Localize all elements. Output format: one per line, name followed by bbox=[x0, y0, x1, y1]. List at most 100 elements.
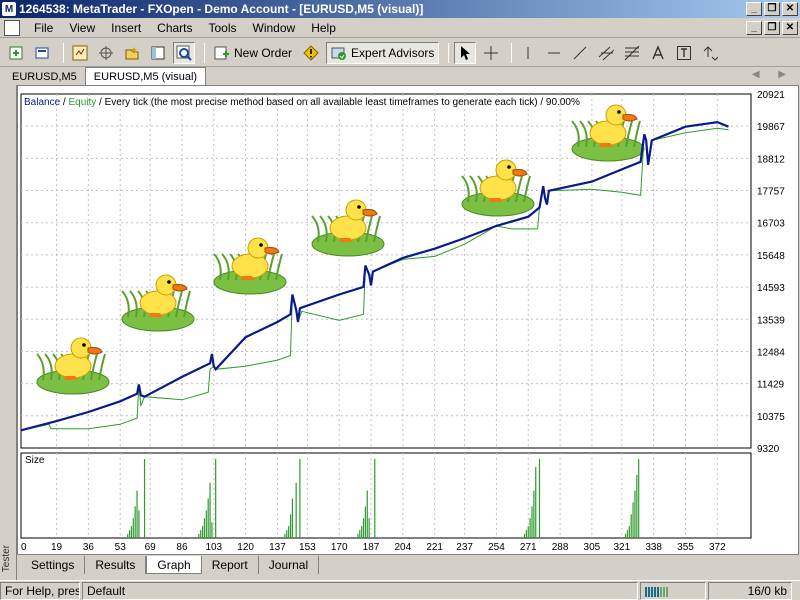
tab-report[interactable]: Report bbox=[202, 556, 259, 574]
status-help: For Help, press F1 bbox=[0, 581, 80, 600]
y-tick-label: 11429 bbox=[757, 380, 785, 391]
tab-eurusd-m5[interactable]: EURUSD,M5 bbox=[4, 69, 85, 85]
tab-journal[interactable]: Journal bbox=[259, 556, 320, 574]
y-tick-label: 18812 bbox=[757, 154, 785, 165]
x-tick-label: 271 bbox=[520, 542, 537, 553]
legend-description: / Every tick (the most precise method ba… bbox=[96, 97, 580, 108]
child-restore-button[interactable]: ❐ bbox=[764, 21, 780, 35]
chart-legend: Balance / Equity / Every tick (the most … bbox=[24, 97, 580, 108]
document-icon[interactable] bbox=[4, 19, 20, 36]
x-tick-label: 305 bbox=[584, 542, 601, 553]
trendline-icon bbox=[574, 46, 587, 59]
duck-body bbox=[54, 353, 92, 379]
restore-button[interactable]: ❐ bbox=[764, 2, 780, 16]
tab-graph[interactable]: Graph bbox=[146, 556, 202, 574]
arrows-icon bbox=[704, 45, 719, 61]
y-tick-label: 16703 bbox=[757, 219, 785, 230]
tester-label-text: Tester bbox=[1, 544, 12, 572]
menu-window[interactable]: Window bbox=[245, 21, 304, 35]
tester-icon bbox=[176, 45, 192, 61]
tab-scroll-arrows[interactable]: ◀ ▶ bbox=[752, 69, 794, 80]
expert-advisors-button[interactable]: Expert Advisors bbox=[326, 41, 440, 64]
x-tick-label: 355 bbox=[677, 542, 694, 553]
connection-bars-icon bbox=[645, 586, 668, 597]
x-tick-label: 288 bbox=[552, 542, 569, 553]
profiles-button[interactable] bbox=[32, 42, 54, 64]
channel-icon bbox=[599, 46, 615, 60]
arrows-button[interactable] bbox=[699, 42, 721, 64]
size-plot-frame bbox=[20, 452, 752, 539]
new-order-button[interactable]: New Order bbox=[210, 42, 296, 64]
tab-settings[interactable]: Settings bbox=[21, 556, 86, 574]
connection-indicator bbox=[640, 581, 706, 600]
x-tick-label: 19 bbox=[51, 542, 63, 553]
fibonacci-button[interactable] bbox=[621, 42, 643, 64]
text-tool-button[interactable] bbox=[647, 42, 669, 64]
trendline-button[interactable] bbox=[569, 42, 591, 64]
market-watch-icon bbox=[72, 45, 88, 60]
x-tick-label: 153 bbox=[299, 542, 316, 553]
window-title: 1264538: MetaTrader - FXOpen - Demo Acco… bbox=[19, 2, 424, 16]
cursor-tool-button[interactable] bbox=[454, 41, 477, 64]
duck-body bbox=[589, 120, 627, 146]
toolbar-separator bbox=[204, 42, 205, 63]
x-tick-label: 338 bbox=[645, 542, 662, 553]
new-order-icon bbox=[214, 46, 229, 59]
x-tick-label: 321 bbox=[614, 542, 631, 553]
terminal-button[interactable] bbox=[147, 42, 169, 64]
y-tick-label: 15648 bbox=[757, 251, 785, 262]
duck-eye bbox=[82, 343, 86, 347]
expert-advisors-label: Expert Advisors bbox=[351, 45, 435, 60]
chart-tabs: EURUSD,M5 EURUSD,M5 (visual) ◀ ▶ bbox=[0, 67, 800, 85]
child-minimize-button[interactable]: _ bbox=[746, 21, 762, 35]
menu-tools[interactable]: Tools bbox=[201, 21, 245, 35]
x-tick-label: 170 bbox=[331, 542, 348, 553]
text-label-button[interactable] bbox=[673, 42, 695, 64]
y-tick-label: 12484 bbox=[757, 347, 785, 358]
navigator-button[interactable] bbox=[121, 42, 143, 64]
close-button[interactable]: ✕ bbox=[782, 2, 798, 16]
crosshair-tool-icon bbox=[484, 45, 499, 60]
app-icon: M bbox=[2, 2, 16, 16]
tab-eurusd-m5-visual[interactable]: EURUSD,M5 (visual) bbox=[84, 67, 207, 85]
duck-eye bbox=[167, 280, 171, 284]
menu-insert[interactable]: Insert bbox=[103, 21, 149, 35]
alert-button[interactable] bbox=[300, 42, 322, 64]
title-bar: M 1264538: MetaTrader - FXOpen - Demo Ac… bbox=[0, 0, 800, 18]
tab-results[interactable]: Results bbox=[85, 556, 147, 574]
window-controls: _ ❐ ✕ bbox=[746, 2, 798, 16]
data-window-button[interactable] bbox=[95, 42, 117, 64]
tester-panel-label: Tester bbox=[0, 85, 17, 580]
equidistant-channel-button[interactable] bbox=[595, 42, 617, 64]
status-traffic: 16/0 kb bbox=[708, 581, 792, 600]
y-tick-label: 20921 bbox=[757, 90, 785, 101]
x-tick-label: 187 bbox=[363, 542, 380, 553]
y-tick-label: 13539 bbox=[757, 315, 785, 326]
child-close-button[interactable]: ✕ bbox=[782, 21, 798, 35]
x-tick-label: 237 bbox=[456, 542, 473, 553]
chart-svg: 9320 10375 11429 12484 13539 14593 15648 16703 1… bbox=[20, 90, 785, 553]
menu-file[interactable]: File bbox=[26, 21, 61, 35]
horizontal-line-button[interactable] bbox=[543, 42, 565, 64]
menu-view[interactable]: View bbox=[61, 21, 103, 35]
terminal-icon bbox=[151, 46, 165, 59]
new-chart-icon bbox=[9, 46, 23, 59]
child-window-controls: _ ❐ ✕ bbox=[746, 21, 798, 35]
horizontal-line-icon bbox=[548, 52, 561, 53]
new-chart-button[interactable] bbox=[6, 42, 28, 64]
menu-help[interactable]: Help bbox=[303, 21, 344, 35]
x-tick-label: 36 bbox=[83, 542, 95, 553]
size-panel-label: Size bbox=[25, 455, 45, 466]
vertical-line-icon bbox=[527, 46, 529, 59]
crosshair-tool-button[interactable] bbox=[480, 42, 502, 64]
toolbar-separator bbox=[63, 42, 64, 63]
minimize-button[interactable]: _ bbox=[746, 2, 762, 16]
duck-eye bbox=[259, 243, 263, 247]
duck-body bbox=[329, 215, 367, 241]
vertical-line-button[interactable] bbox=[517, 42, 539, 64]
market-watch-button[interactable] bbox=[69, 42, 91, 64]
duck-eye bbox=[617, 110, 621, 114]
warning-icon bbox=[303, 44, 319, 61]
menu-charts[interactable]: Charts bbox=[149, 21, 200, 35]
strategy-tester-button[interactable] bbox=[173, 41, 195, 64]
